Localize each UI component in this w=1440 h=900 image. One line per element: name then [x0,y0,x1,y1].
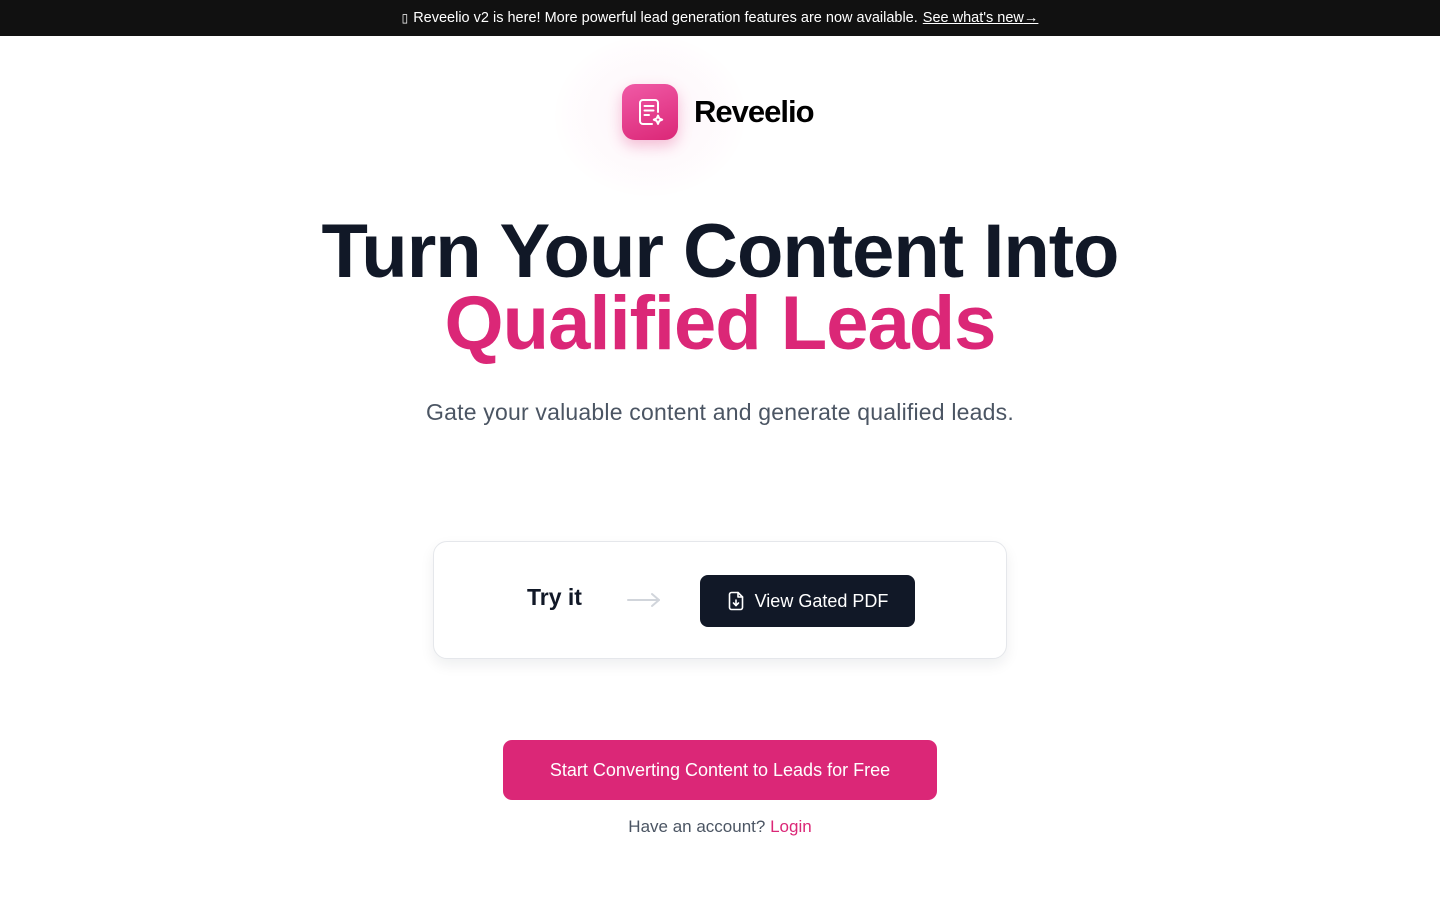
document-sparkle-icon [622,84,678,140]
party-popper-icon: ▯ [401,11,409,25]
hero-subtitle: Gate your valuable content and generate … [426,399,1014,425]
hero-title-line1: Turn Your Content Into [321,209,1120,294]
account-prompt-text: Have an account? [628,817,766,836]
see-whats-new-link[interactable]: See what's new→ [923,10,1039,26]
brand-logo[interactable]: Reveelio [622,84,815,140]
arrow-right-icon [627,593,660,607]
try-it-card: Try it View Gated PDF [433,541,1007,659]
try-it-label: Try it [527,584,582,610]
announcement-bar: ▯ Reveelio v2 is here! More powerful lea… [0,0,1440,36]
login-link[interactable]: Login [770,817,812,836]
announcement-text: Reveelio v2 is here! More powerful lead … [413,10,918,26]
file-download-icon [728,591,743,611]
start-converting-button[interactable]: Start Converting Content to Leads for Fr… [503,740,937,800]
view-gated-pdf-label: View Gated PDF [754,590,889,611]
hero-title: Turn Your Content Into Qualified Leads [0,209,1440,366]
hero-title-line2: Qualified Leads [444,281,997,366]
brand-name: Reveelio [694,94,815,129]
view-gated-pdf-button[interactable]: View Gated PDF [700,575,915,627]
account-prompt: Have an account? Login [0,817,1440,837]
